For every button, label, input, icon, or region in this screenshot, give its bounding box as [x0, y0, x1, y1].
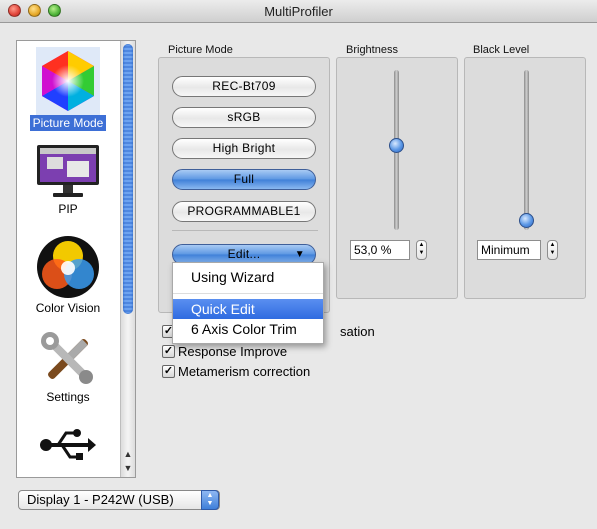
sidebar-item-label: PIP: [58, 202, 78, 216]
sidebar-item-settings[interactable]: Settings: [17, 329, 119, 405]
brightness-slider-knob[interactable]: [389, 138, 404, 153]
black-level-value-field[interactable]: Minimum: [477, 240, 541, 260]
sidebar-scrollbar[interactable]: ▲ ▼: [120, 41, 135, 477]
window-title: MultiProfiler: [264, 4, 333, 19]
scroll-up-arrow[interactable]: ▲: [121, 447, 135, 461]
black-level-slider-track[interactable]: [524, 70, 529, 230]
scroll-down-arrow[interactable]: ▼: [121, 461, 135, 475]
usb-icon: [40, 429, 96, 460]
sidebar-item-usb[interactable]: [17, 425, 119, 465]
edit-button-label: Edit...: [227, 247, 261, 261]
select-arrows-icon[interactable]: ▲ ▼: [201, 490, 219, 510]
sidebar-item-picture-mode[interactable]: Picture Mode: [17, 47, 119, 131]
mode-button-srgb[interactable]: sRGB: [172, 107, 316, 128]
checkbox-metamerism-correction[interactable]: ✓: [162, 365, 175, 378]
brightness-heading: Brightness: [346, 44, 398, 56]
black-level-slider-knob[interactable]: [519, 213, 534, 228]
display-select-value: Display 1 - P242W (USB): [27, 492, 174, 507]
tools-icon: [41, 332, 93, 384]
checkbox-response-improve[interactable]: ✓: [162, 345, 175, 358]
menu-separator: [173, 293, 323, 294]
picture-mode-heading: Picture Mode: [168, 44, 233, 56]
black-level-heading: Black Level: [473, 44, 530, 56]
menu-item-using-wizard[interactable]: Using Wizard: [173, 267, 323, 287]
scrollbar-thumb[interactable]: [123, 44, 133, 314]
divider: [172, 230, 318, 231]
black-level-stepper[interactable]: ▲ ▼: [547, 240, 558, 260]
sidebar-item-label: Picture Mode: [29, 115, 107, 131]
brightness-stepper[interactable]: ▲ ▼: [416, 240, 427, 260]
display-select[interactable]: Display 1 - P242W (USB) ▲ ▼: [18, 490, 220, 510]
sidebar-item-label: Color Vision: [35, 301, 101, 315]
sidebar: Picture Mode PIP Color Vision Settings ▲…: [16, 40, 136, 478]
checkbox-label: Response Improve: [178, 344, 288, 359]
sidebar-item-pip[interactable]: PIP: [17, 143, 119, 217]
title-bar: MultiProfiler: [0, 0, 597, 23]
monitor-icon: [37, 145, 99, 197]
brightness-value-field[interactable]: 53,0 %: [350, 240, 410, 260]
mode-button-high-bright[interactable]: High Bright: [172, 138, 316, 159]
sidebar-item-label: Settings: [46, 390, 90, 404]
mode-button-rec-bt709[interactable]: REC-Bt709: [172, 76, 316, 97]
edit-popup-menu: Using Wizard Quick Edit 6 Axis Color Tri…: [172, 262, 324, 344]
mode-button-full[interactable]: Full: [172, 169, 316, 190]
checkbox-label: sation: [340, 324, 375, 339]
color-hexagon-icon: [36, 47, 100, 115]
checkbox-label: Metamerism correction: [178, 364, 311, 379]
menu-item-quick-edit[interactable]: Quick Edit: [173, 299, 323, 319]
mode-button-programmable1[interactable]: PROGRAMMABLE1: [172, 201, 316, 222]
sidebar-item-color-vision[interactable]: Color Vision: [17, 234, 119, 316]
menu-item-6-axis-color-trim[interactable]: 6 Axis Color Trim: [173, 319, 323, 339]
rgb-circles-icon: [37, 236, 99, 298]
